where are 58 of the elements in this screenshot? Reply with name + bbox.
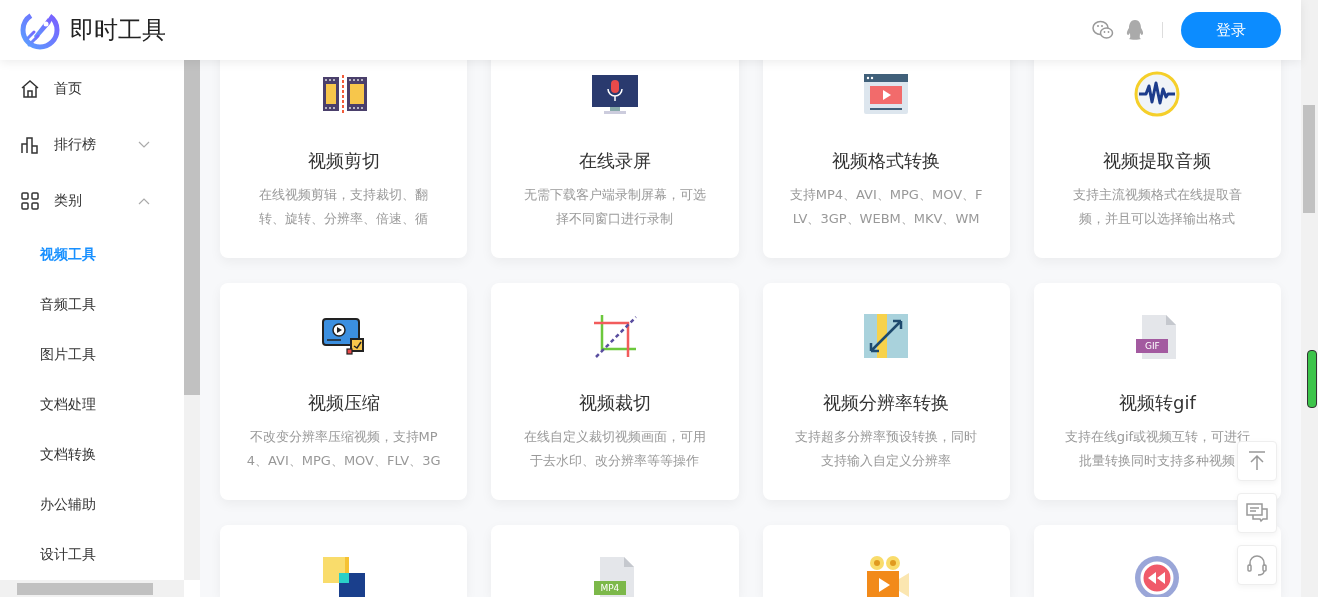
card-description: 支持超多分辨率预设转换，同时 支持输入自定义分辨率 <box>795 428 978 470</box>
card-title: 视频压缩 <box>307 391 380 415</box>
site-name[interactable]: 即时工具 <box>70 14 166 46</box>
sidebar-item[interactable]: 排行榜 <box>0 117 184 173</box>
card-description: 在线自定义裁切视频画面，可用 于去水印、改分辨率等等操作 <box>523 428 706 470</box>
sidebar-item[interactable]: 首页 <box>0 61 184 117</box>
card-title: 在线录屏 <box>578 149 651 173</box>
tool-card[interactable]: 视频格式转换 支持MP4、AVI、MPG、MOV、F LV、3GP、WEBM、MKV、WM <box>762 60 1010 258</box>
rewind-button-icon <box>1134 555 1181 597</box>
icon-label: MP4 <box>599 582 621 595</box>
card-title: 视频格式转换 <box>832 149 941 173</box>
sidebar-horizontal-scrollbar[interactable] <box>0 580 184 597</box>
tool-card[interactable]: 在线录屏 无需下载客户端录制屏幕，可选 择不同窗口进行录制 <box>491 60 739 258</box>
feedback-button[interactable] <box>1237 493 1277 533</box>
card-description: 不改变分辨率压缩视频，支持MP 4、AVI、MPG、MOV、FLV、3G <box>246 428 441 470</box>
sidebar-scrollbar[interactable] <box>184 60 200 580</box>
menu-label: 排行榜 <box>54 136 97 154</box>
headset-icon <box>1247 554 1267 576</box>
page-scrollbar[interactable] <box>1301 0 1318 597</box>
chevron-down-icon <box>138 141 150 149</box>
sidebar-item[interactable]: 类别 <box>0 173 184 229</box>
card-title: 视频转gif <box>1119 391 1196 415</box>
menu-label: 首页 <box>54 80 83 98</box>
back-to-top-button[interactable] <box>1237 441 1277 481</box>
menu-label: 类别 <box>54 192 83 210</box>
card-description: 在线视频剪辑，支持裁切、翻 转、旋转、分辨率、倍速、循 <box>259 186 429 228</box>
support-button[interactable] <box>1237 545 1277 585</box>
submenu-item[interactable]: 办公辅助 <box>0 479 184 529</box>
card-title: 视频分辨率转换 <box>823 391 950 415</box>
card-title: 视频裁切 <box>578 391 651 415</box>
house-icon <box>20 79 40 99</box>
submenu-item[interactable]: 音频工具 <box>0 279 184 329</box>
card-description: 支持MP4、AVI、MPG、MOV、F LV、3GP、WEBM、MKV、WM <box>789 186 983 228</box>
arrow-up-icon <box>1248 451 1266 471</box>
tool-card[interactable] <box>220 525 468 597</box>
card-title: 视频剪切 <box>307 149 380 173</box>
wechat-icon[interactable] <box>1092 20 1114 40</box>
submenu-item[interactable]: 设计工具 <box>0 529 184 579</box>
tool-card[interactable]: 视频剪切 在线视频剪辑，支持裁切、翻 转、旋转、分辨率、倍速、循 <box>220 60 468 258</box>
tool-card[interactable]: 视频裁切 在线自定义裁切视频画面，可用 于去水印、改分辨率等等操作 <box>491 283 739 500</box>
chat-bubbles-icon <box>1246 503 1268 523</box>
overlapping-squares-icon <box>320 555 367 597</box>
tool-card[interactable]: 视频压缩 不改变分辨率压缩视频，支持MP 4、AVI、MPG、MOV、FLV、3G <box>220 283 468 500</box>
tool-card[interactable]: 视频提取音频 支持主流视频格式在线提取音 频，并且可以选择输出格式 <box>1033 60 1281 258</box>
sound-wave-icon <box>1134 71 1181 119</box>
card-description: 支持主流视频格式在线提取音 频，并且可以选择输出格式 <box>1072 186 1242 228</box>
penguin-icon[interactable] <box>1126 19 1144 41</box>
tool-card[interactable]: 视频分辨率转换 支持超多分辨率预设转换，同时 支持输入自定义分辨率 <box>762 283 1010 500</box>
card-title: 视频提取音频 <box>1103 149 1212 173</box>
grid-icon <box>20 191 40 211</box>
bar-chart-icon <box>20 135 40 155</box>
submenu-item[interactable]: 文档转换 <box>0 429 184 479</box>
submenu-item[interactable]: 图片工具 <box>0 329 184 379</box>
submenu-item[interactable]: 文档处理 <box>0 379 184 429</box>
chevron-up-icon <box>138 197 150 205</box>
side-tab[interactable] <box>1307 350 1317 408</box>
icon-label: GIF <box>1143 340 1161 353</box>
card-description: 无需下载客户端录制屏幕，可选 择不同窗口进行录制 <box>523 186 706 228</box>
